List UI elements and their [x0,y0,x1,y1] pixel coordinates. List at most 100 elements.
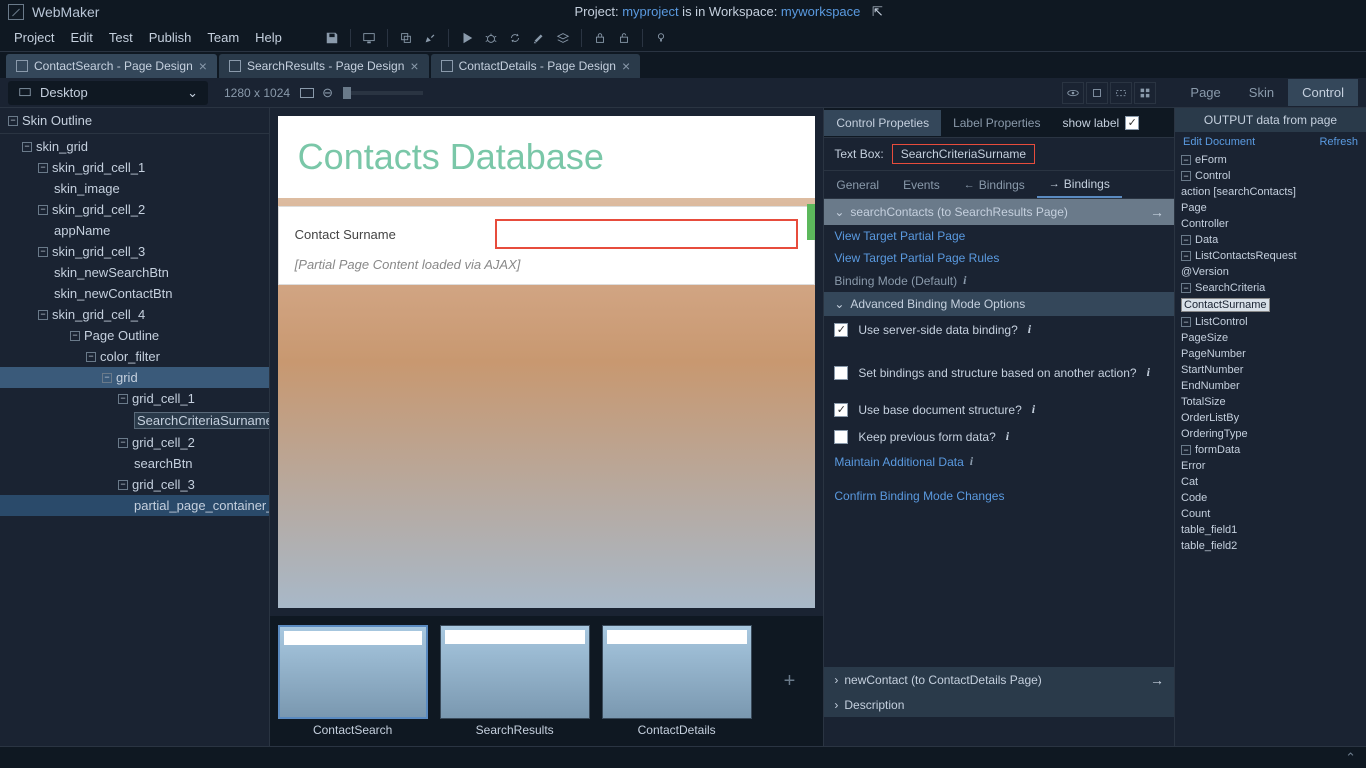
opt-serverside[interactable]: ✓Use server-side data binding?i [824,316,1174,343]
zoom-slider[interactable] [343,91,423,95]
tab-label-properties[interactable]: Label Properties [941,110,1052,136]
unlock-icon[interactable] [612,26,636,50]
doc-tab-contactsearch[interactable]: ContactSearch - Page Design × [6,54,217,78]
opt-keepprev[interactable]: Keep previous form data?i [824,423,1174,450]
thumb-contactsearch[interactable]: ContactSearch [278,625,428,737]
node-count[interactable]: Count [1175,506,1366,522]
node-listreq[interactable]: −ListContactsRequest [1175,248,1366,264]
tree-partial-page[interactable]: partial_page_container_ [0,495,269,516]
show-label-toggle[interactable]: show label ✓ [1052,116,1149,130]
section-newcontact[interactable]: › newContact (to ContactDetails Page) → [824,667,1174,693]
tree-page-outline[interactable]: −Page Outline [0,325,269,346]
tree-newcontactbtn[interactable]: skin_newContactBtn [0,283,269,304]
tree-gridcell-1[interactable]: −grid_cell_1 [0,388,269,409]
collapse-icon[interactable]: − [8,116,18,126]
bounds-icon[interactable] [1110,82,1132,104]
lock-open-icon[interactable]: ⇱ [872,4,883,19]
link-maintain[interactable]: Maintain Additional Datai [824,450,1174,473]
close-icon[interactable]: × [410,58,418,74]
tree-gridcell-3[interactable]: −grid_cell_3 [0,474,269,495]
opt-usebase[interactable]: ✓Use base document structure?i [824,396,1174,423]
refresh-icon[interactable] [503,26,527,50]
lightbulb-icon[interactable] [649,26,673,50]
panel-tab-page[interactable]: Page [1176,79,1234,106]
project-name[interactable]: myproject [622,4,678,19]
info-icon[interactable]: i [1032,402,1035,417]
thumb-contactdetails[interactable]: ContactDetails [602,625,752,737]
eye-icon[interactable] [1062,82,1084,104]
node-orderingtype[interactable]: OrderingType [1175,426,1366,442]
section-advanced[interactable]: ⌄ Advanced Binding Mode Options [824,292,1174,316]
tree-newsearchbtn[interactable]: skin_newSearchBtn [0,262,269,283]
info-icon[interactable]: i [1028,322,1031,337]
node-version[interactable]: @Version [1175,264,1366,280]
device-selector[interactable]: Desktop ⌄ [8,81,208,105]
node-endnumber[interactable]: EndNumber [1175,378,1366,394]
tree-searchbtn[interactable]: searchBtn [0,453,269,474]
fit-icon[interactable] [300,88,314,98]
tree-color-filter[interactable]: −color_filter [0,346,269,367]
menu-publish[interactable]: Publish [141,26,200,49]
node-formdata[interactable]: −formData [1175,442,1366,458]
checkbox-icon[interactable]: ✓ [1125,116,1139,130]
save-icon[interactable] [320,26,344,50]
bug-icon[interactable] [479,26,503,50]
node-page[interactable]: Page [1175,200,1366,216]
link-view-target[interactable]: View Target Partial Page [824,225,1174,247]
workspace-name[interactable]: myworkspace [781,4,860,19]
tree-searchcriteria[interactable]: SearchCriteriaSurname [0,409,269,432]
play-icon[interactable] [455,26,479,50]
design-canvas[interactable]: Contacts Database Contact Surname [Parti… [278,116,816,608]
tree-appname[interactable]: appName [0,220,269,241]
surname-input[interactable] [495,219,799,249]
menu-edit[interactable]: Edit [62,26,100,49]
tree-cell-2[interactable]: −skin_grid_cell_2 [0,199,269,220]
lock-icon[interactable] [588,26,612,50]
tree-cell-1[interactable]: −skin_grid_cell_1 [0,157,269,178]
link-confirm[interactable]: Confirm Binding Mode Changes [824,485,1174,507]
node-action[interactable]: action [searchContacts] [1175,184,1366,200]
button-stripe[interactable] [807,204,815,240]
doc-tab-contactdetails[interactable]: ContactDetails - Page Design × [431,54,641,78]
node-tablefield2[interactable]: table_field2 [1175,538,1366,554]
grid-icon[interactable] [1134,82,1156,104]
chevron-up-icon[interactable]: ⌃ [1345,750,1356,766]
node-error[interactable]: Error [1175,458,1366,474]
tree-skin-image[interactable]: skin_image [0,178,269,199]
node-totalsize[interactable]: TotalSize [1175,394,1366,410]
doc-tab-searchresults[interactable]: SearchResults - Page Design × [219,54,429,78]
subtab-bindings-out[interactable]: →Bindings [1037,172,1122,198]
monitor-icon[interactable] [357,26,381,50]
node-data[interactable]: −Data [1175,232,1366,248]
close-icon[interactable]: × [622,58,630,74]
tree-grid[interactable]: −grid [0,367,269,388]
menu-test[interactable]: Test [101,26,141,49]
node-cat[interactable]: Cat [1175,474,1366,490]
tab-control-properties[interactable]: Control Propeties [824,110,941,136]
info-icon[interactable]: i [1006,429,1009,444]
node-listcontrol[interactable]: −ListControl [1175,314,1366,330]
info-icon[interactable]: i [1147,365,1150,380]
tree-skin-grid[interactable]: −skin_grid [0,136,269,157]
tree-gridcell-2[interactable]: −grid_cell_2 [0,432,269,453]
section-searchcontacts[interactable]: ⌄ searchContacts (to SearchResults Page)… [824,199,1174,225]
info-icon[interactable]: i [963,273,966,288]
copy-icon[interactable] [394,26,418,50]
link-refresh[interactable]: Refresh [1319,136,1358,148]
layers-icon[interactable] [551,26,575,50]
thumb-searchresults[interactable]: SearchResults [440,625,590,737]
node-searchcriteria[interactable]: −SearchCriteria [1175,280,1366,296]
node-tablefield1[interactable]: table_field1 [1175,522,1366,538]
link-view-rules[interactable]: View Target Partial Page Rules [824,247,1174,269]
tree-cell-3[interactable]: −skin_grid_cell_3 [0,241,269,262]
menu-project[interactable]: Project [6,26,62,49]
textbox-name-value[interactable]: SearchCriteriaSurname [892,144,1035,164]
menu-help[interactable]: Help [247,26,290,49]
node-orderlistby[interactable]: OrderListBy [1175,410,1366,426]
menu-team[interactable]: Team [199,26,247,49]
node-startnumber[interactable]: StartNumber [1175,362,1366,378]
zoom-out-icon[interactable]: ⊖ [322,85,333,101]
tree-cell-4[interactable]: −skin_grid_cell_4 [0,304,269,325]
node-controller[interactable]: Controller [1175,216,1366,232]
panel-tab-control[interactable]: Control [1288,79,1358,106]
